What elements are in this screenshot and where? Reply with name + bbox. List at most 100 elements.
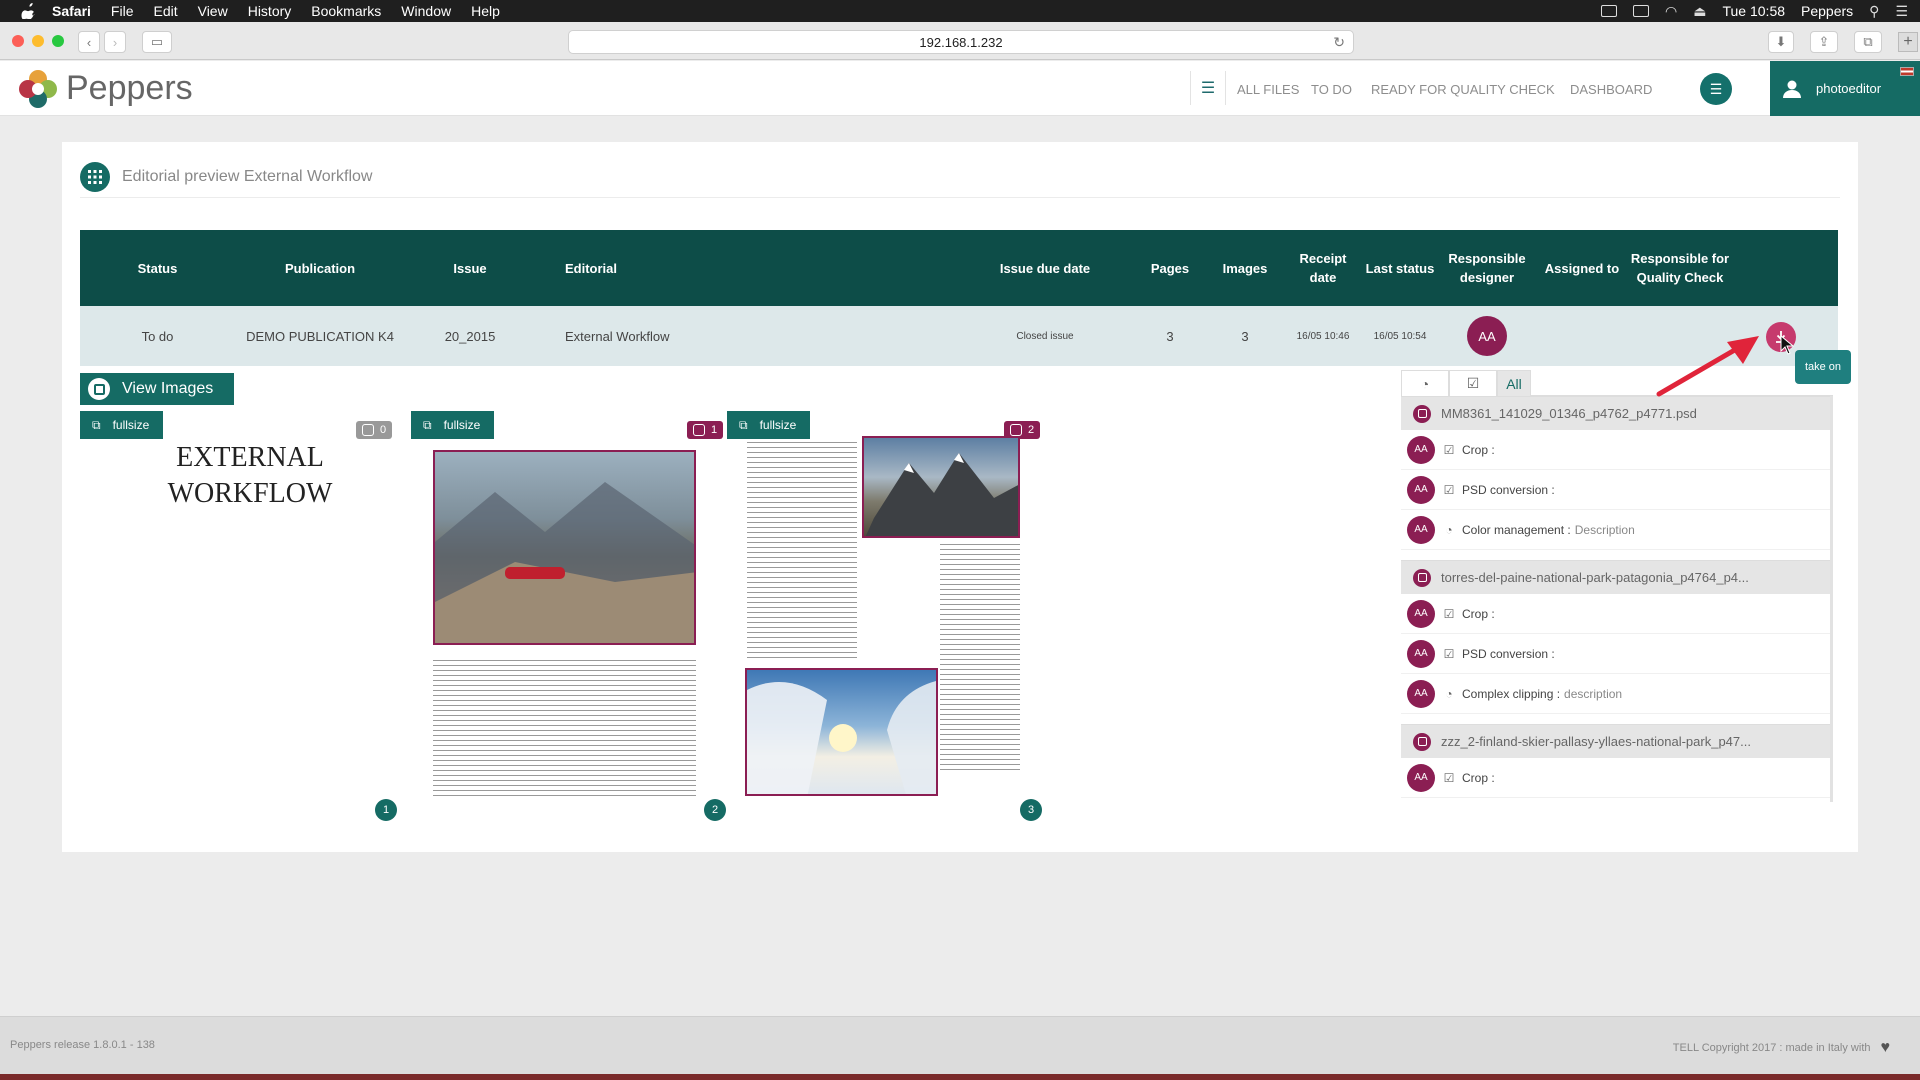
col-assigned-to[interactable]: Assigned to	[1537, 230, 1627, 306]
col-publication[interactable]: Publication	[255, 230, 385, 306]
task-label: Crop :	[1462, 770, 1495, 785]
external-link-icon: ⧉	[92, 417, 101, 432]
col-editorial[interactable]: Editorial	[565, 230, 645, 306]
fullsize-button-page-2[interactable]: ⧉ fullsize	[411, 411, 495, 439]
menubar-user[interactable]: Peppers	[1801, 3, 1853, 19]
image-count-badge-page-2[interactable]: 1	[687, 421, 724, 439]
page-2-photo-mountain-hiker[interactable]	[433, 450, 696, 645]
zoom-window-button[interactable]	[52, 35, 64, 47]
task-item[interactable]: AA ☑ PSD conversion :	[1401, 634, 1830, 674]
col-images[interactable]: Images	[1215, 230, 1275, 306]
close-window-button[interactable]	[12, 35, 24, 47]
card-header: Editorial preview External Workflow	[80, 162, 1840, 198]
wifi-icon[interactable]: ◠	[1665, 3, 1677, 20]
page-title: Editorial preview External Workflow	[122, 168, 373, 185]
menu-window[interactable]: Window	[401, 3, 451, 19]
menu-file[interactable]: File	[111, 3, 134, 19]
tab-in-progress[interactable]: ◔	[1401, 370, 1449, 396]
downloads-button[interactable]: ⬇	[1768, 31, 1794, 53]
spotlight-icon[interactable]: ⚲	[1869, 3, 1879, 20]
apple-icon[interactable]	[20, 3, 38, 19]
menu-help[interactable]: Help	[471, 3, 500, 19]
menu-bookmarks[interactable]: Bookmarks	[311, 3, 381, 19]
avatar[interactable]: AA	[1467, 316, 1507, 356]
view-images-button[interactable]: View Images	[80, 373, 234, 405]
fullsize-button-page-3[interactable]: ⧉ fullsize	[727, 411, 811, 439]
user-menu[interactable]: photoeditor	[1770, 61, 1920, 116]
menu-app-name[interactable]: Safari	[52, 3, 91, 19]
col-responsible-quality-check[interactable]: Responsible for Quality Check	[1630, 230, 1730, 306]
list-icon[interactable]: ☰	[1190, 71, 1226, 105]
tabs-overview-button[interactable]: ⧉	[1854, 31, 1882, 53]
nav-ready-for-quality-check[interactable]: READY FOR QUALITY CHECK	[1371, 82, 1555, 97]
task-item[interactable]: AA ☑ Crop :	[1401, 430, 1830, 470]
col-pages[interactable]: Pages	[1140, 230, 1200, 306]
check-square-icon: ☑	[1443, 442, 1455, 457]
task-description: description	[1564, 686, 1623, 701]
task-item[interactable]: AA ☑ PSD conversion :	[1401, 470, 1830, 510]
image-badge-icon	[693, 424, 705, 436]
menu-view[interactable]: View	[198, 3, 228, 19]
sidebar-toggle-button[interactable]: ▭	[142, 31, 172, 53]
task-item[interactable]: AA ☑ Crop :	[1401, 594, 1830, 634]
release-info: Peppers release 1.8.0.1 - 138	[10, 1039, 155, 1051]
badge-count: 1	[711, 424, 718, 436]
col-receipt-date[interactable]: Receipt date	[1293, 230, 1353, 306]
menu-edit[interactable]: Edit	[153, 3, 177, 19]
reload-icon[interactable]: ↻	[1333, 34, 1345, 51]
address-bar[interactable]: 192.168.1.232 ↻	[568, 30, 1354, 54]
file-header[interactable]: MM8361_141029_01346_p4762_p4771.psd	[1401, 396, 1830, 430]
cell-issue-due-date: Closed issue	[1016, 330, 1074, 342]
col-responsible-designer[interactable]: Responsible designer	[1442, 230, 1532, 306]
page-3-photo-torres-del-paine[interactable]	[862, 436, 1020, 538]
table-row[interactable]: To do DEMO PUBLICATION K4 20_2015 Extern…	[80, 306, 1838, 366]
check-square-icon: ☑	[1443, 646, 1455, 661]
cell-responsible-designer: AA	[1462, 306, 1512, 366]
eject-icon[interactable]: ⏏	[1693, 3, 1706, 20]
col-issue-due-date[interactable]: Issue due date	[990, 230, 1100, 306]
clock-icon: ◔	[1420, 375, 1430, 392]
image-count-badge-page-1[interactable]: 0	[356, 421, 393, 439]
screen-mirror-icon[interactable]	[1601, 5, 1618, 17]
forward-button[interactable]: ›	[104, 31, 126, 53]
col-issue[interactable]: Issue	[435, 230, 505, 306]
notification-center-icon[interactable]: ☰	[1895, 3, 1908, 20]
external-link-icon: ⧉	[739, 417, 748, 432]
snow-illustration	[747, 681, 936, 794]
nav-dashboard[interactable]: DASHBOARD	[1570, 82, 1652, 97]
page-2-text-block	[433, 658, 696, 798]
page-3-text-block-left	[747, 440, 857, 660]
nav-all-files[interactable]: ALL FILES	[1237, 82, 1299, 97]
menu-history[interactable]: History	[248, 3, 292, 19]
page-3-photo-finland-skier[interactable]	[745, 668, 938, 796]
menubar-clock[interactable]: Tue 10:58	[1722, 3, 1785, 19]
peppers-logo-icon[interactable]	[18, 69, 58, 109]
task-item[interactable]: AA ☑ Crop :	[1401, 758, 1830, 798]
copyright-text: TELL Copyright 2017 : made in Italy with	[1672, 1042, 1871, 1054]
task-label: Color management :	[1462, 522, 1571, 537]
check-square-icon: ☑	[1443, 770, 1455, 785]
col-last-status[interactable]: Last status	[1360, 230, 1440, 306]
us-flag-icon[interactable]	[1900, 67, 1914, 76]
page-preview-1[interactable]: EXTERNAL WORKFLOW	[130, 440, 370, 512]
new-tab-button[interactable]: +	[1898, 32, 1918, 52]
task-label: PSD conversion :	[1462, 646, 1555, 661]
back-button[interactable]: ‹	[78, 31, 100, 53]
display-icon[interactable]	[1633, 5, 1650, 17]
fullsize-button-page-1[interactable]: ⧉ fullsize	[80, 411, 164, 439]
col-status[interactable]: Status	[120, 230, 195, 306]
user-icon	[1783, 80, 1801, 98]
tab-done[interactable]: ☑	[1449, 370, 1497, 396]
tab-all[interactable]: All	[1497, 370, 1531, 396]
nav-to-do[interactable]: TO DO	[1311, 82, 1352, 97]
minimize-window-button[interactable]	[32, 35, 44, 47]
task-item[interactable]: AA ◔ Color management : Description	[1401, 510, 1830, 550]
file-header[interactable]: torres-del-paine-national-park-patagonia…	[1401, 560, 1830, 594]
share-button[interactable]: ⇪	[1810, 31, 1838, 53]
brand-name[interactable]: Peppers	[66, 69, 193, 108]
file-header[interactable]: zzz_2-finland-skier-pallasy-yllaes-natio…	[1401, 724, 1830, 758]
menu-list-button[interactable]: ☰	[1700, 73, 1732, 105]
task-item[interactable]: AA ◔ Complex clipping : description	[1401, 674, 1830, 714]
grid-icon[interactable]	[80, 162, 110, 192]
cell-assigned-to	[1537, 306, 1627, 366]
